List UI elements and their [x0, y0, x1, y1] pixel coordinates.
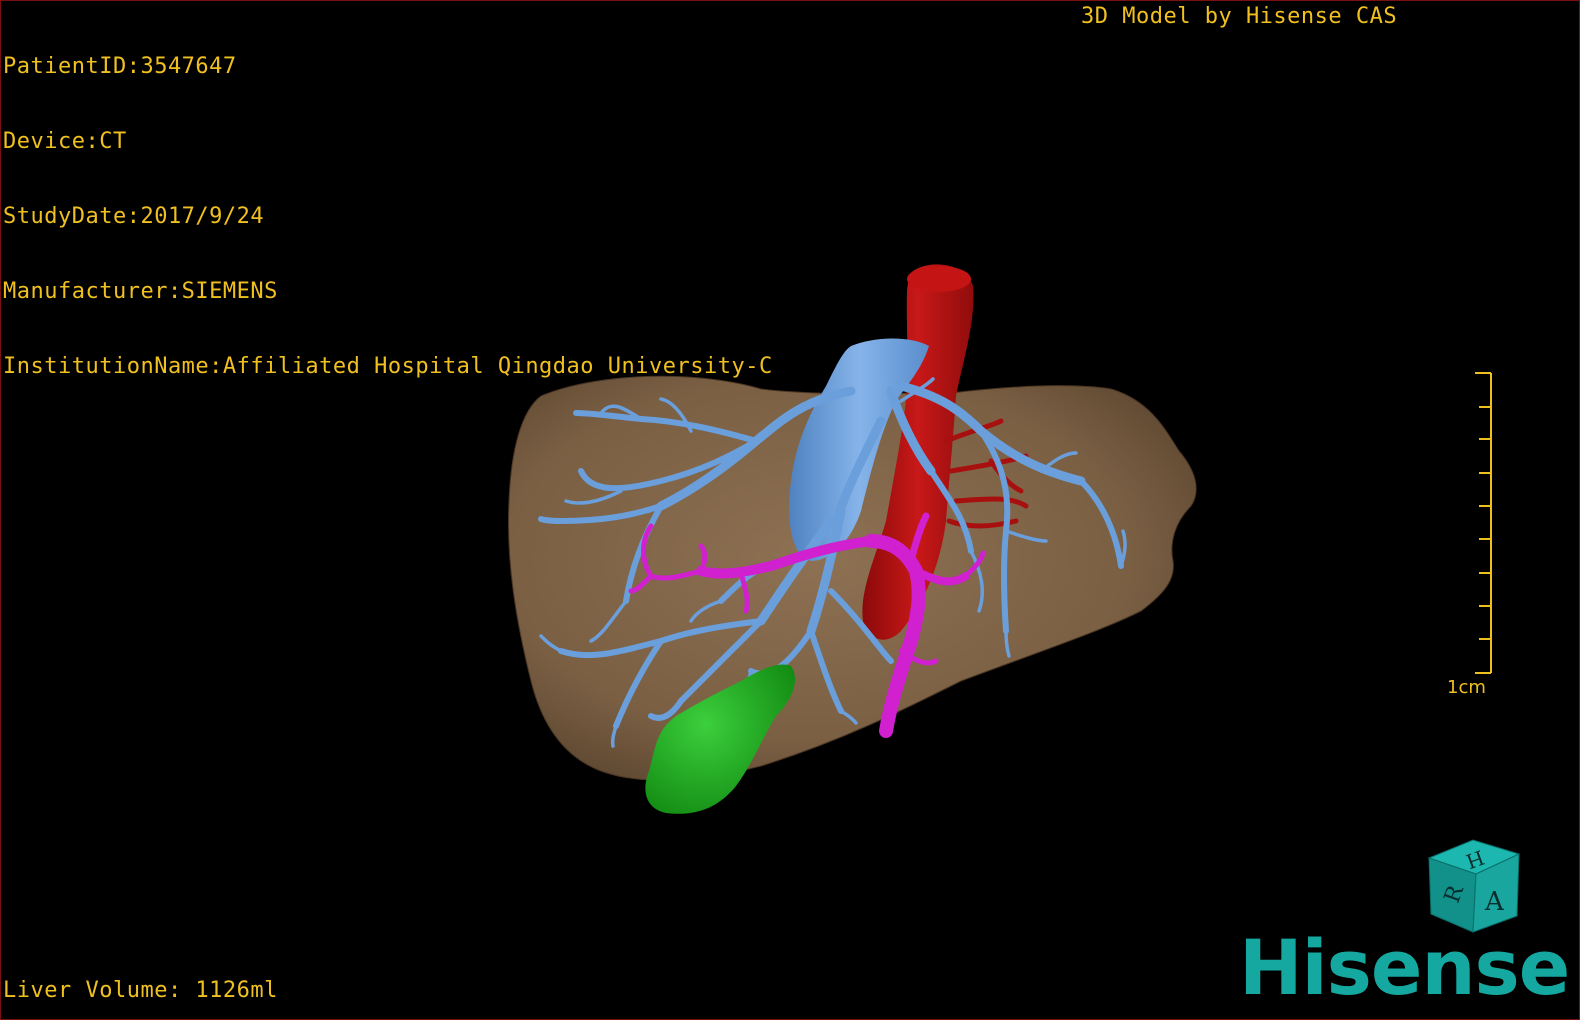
liver-volume: Liver Volume: 1126ml — [3, 978, 278, 1003]
hisense-logo: Hisense — [1239, 923, 1570, 1012]
study-date: StudyDate:2017/9/24 — [3, 204, 265, 229]
institution-name: InstitutionName:Affiliated Hospital Qing… — [3, 354, 773, 379]
scale-bar-label: 1cm — [1447, 677, 1486, 698]
manufacturer: Manufacturer:SIEMENS — [3, 279, 278, 304]
patient-id: PatientID:3547647 — [3, 54, 237, 79]
model-credit: 3D Model by Hisense CAS — [1081, 4, 1398, 29]
scale-bar — [1475, 372, 1492, 674]
cube-front-letter: A — [1484, 887, 1505, 917]
3d-viewport[interactable]: PatientID:3547647 Device:CT StudyDate:20… — [0, 0, 1580, 1020]
device: Device:CT — [3, 129, 127, 154]
patient-info-overlay: PatientID:3547647 Device:CT StudyDate:20… — [3, 4, 773, 429]
orientation-cube[interactable]: H R A — [1421, 836, 1531, 936]
